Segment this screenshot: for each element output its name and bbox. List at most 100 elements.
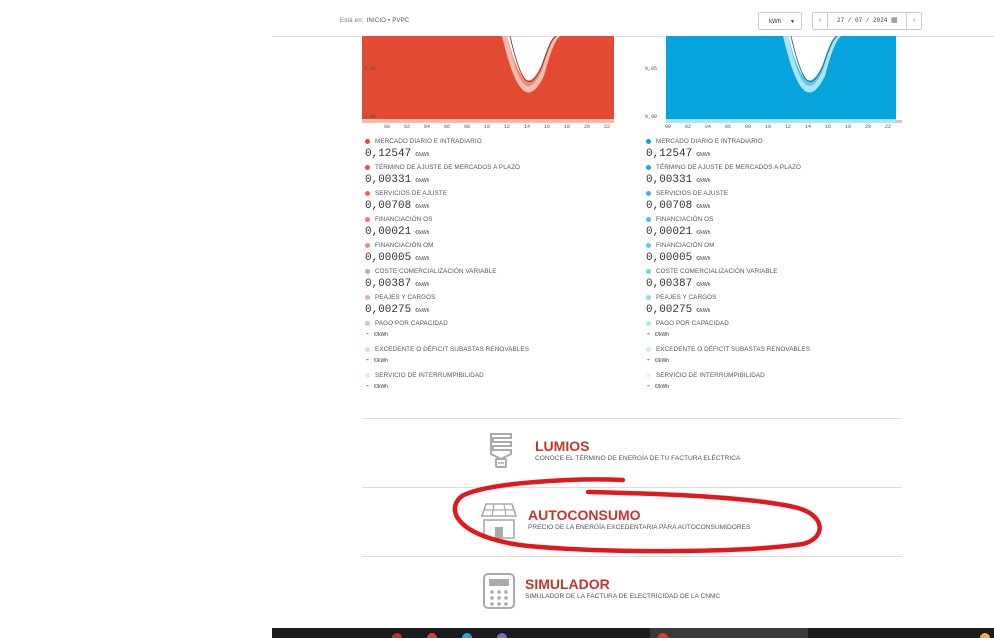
legend-dot xyxy=(365,191,370,196)
legend-item[interactable]: SERVICIO DE INTERRUMPIBILIDAD xyxy=(365,369,617,382)
component-value: 0,00708 €/kWh xyxy=(365,200,617,213)
stacked-area-chart-left xyxy=(362,35,615,123)
x-tick-label: 22 xyxy=(885,124,892,130)
date-picker[interactable]: ‹ 27 / 07 / 2024 ▦ › xyxy=(812,12,922,30)
component-price: - xyxy=(365,382,370,391)
component-label: FINANCIACIÓN OS xyxy=(375,216,433,223)
legend-item[interactable]: MERCADO DIARIO E INTRADIARIO xyxy=(646,135,898,148)
previous-day-button[interactable]: ‹ xyxy=(813,13,828,29)
legend-item[interactable]: COSTE COMERCIALIZACIÓN VARIABLE xyxy=(646,265,898,278)
legend-item[interactable]: TÉRMINO DE AJUSTE DE MERCADOS A PLAZO xyxy=(365,161,617,174)
top-toolbar: Está en: INICIO • PVPC kWh ▼ ‹ 27 / 07 / … xyxy=(272,8,994,37)
component-unit: €/kWh xyxy=(415,308,430,314)
component-unit: €/kWh xyxy=(696,152,711,158)
component-label: SERVICIO DE INTERRUMPIBILIDAD xyxy=(656,372,765,379)
component-value: - €/kWh xyxy=(365,382,617,395)
legend-item[interactable]: EXCEDENTE O DÉFICIT SUBASTAS RENOVABLES xyxy=(365,343,617,356)
app-icon[interactable] xyxy=(392,633,402,638)
component-price: 0,00387 xyxy=(365,278,412,290)
component-price: - xyxy=(646,330,651,339)
lightbulb-icon xyxy=(490,433,512,468)
legend-item[interactable]: PEAJES Y CARGOS xyxy=(646,291,898,304)
component-label: SERVICIOS DE AJUSTE xyxy=(375,190,448,197)
area-base-left xyxy=(362,36,615,123)
legend-dot xyxy=(646,295,651,300)
component-price: 0,00331 xyxy=(365,174,412,186)
date-input[interactable]: 27 / 07 / 2024 xyxy=(837,13,887,29)
component-price: 0,00021 xyxy=(365,226,412,238)
component-price: - xyxy=(365,330,370,339)
x-tick-label: 02 xyxy=(404,124,411,130)
x-tick-label: 12 xyxy=(785,124,792,130)
price-chart-right: 0,05 0,00 00 02 04 06 08 10 12 14 16 18 … xyxy=(643,35,902,136)
legend-item[interactable]: FINANCIACIÓN OM xyxy=(365,239,617,252)
component-label: EXCEDENTE O DÉFICIT SUBASTAS RENOVABLES xyxy=(375,346,530,353)
x-tick-label: 00 xyxy=(384,124,391,130)
component-price: 0,12547 xyxy=(365,148,412,160)
x-tick-label: 02 xyxy=(685,124,692,130)
simulador-link[interactable]: SIMULADOR SIMULADOR DE LA FACTURA DE ELE… xyxy=(482,570,802,616)
lumios-link[interactable]: LUMIOS CONOCE EL TÉRMINO DE ENERGÍA DE T… xyxy=(486,428,786,478)
component-unit: €/kWh xyxy=(696,308,711,314)
legend-item[interactable]: FINANCIACIÓN OS xyxy=(646,213,898,226)
legend-dot xyxy=(646,243,651,248)
chart-area-left xyxy=(362,35,615,123)
legend-item[interactable]: PAGO POR CAPACIDAD xyxy=(365,317,617,330)
app-icon[interactable] xyxy=(462,633,472,638)
breadcrumb-path[interactable]: INICIO • PVPC xyxy=(367,18,410,24)
simulador-subtitle: SIMULADOR DE LA FACTURA DE ELECTRICIDAD … xyxy=(525,593,721,600)
x-tick-label: 20 xyxy=(584,124,591,130)
component-price: 0,00275 xyxy=(646,304,693,316)
legend-item[interactable]: FINANCIACIÓN OS xyxy=(365,213,617,226)
legend-item[interactable]: PEAJES Y CARGOS xyxy=(365,291,617,304)
legend-dot xyxy=(646,165,651,170)
legend-item[interactable]: SERVICIO DE INTERRUMPIBILIDAD xyxy=(646,369,898,382)
y-tick-label: 0,05 xyxy=(645,66,658,72)
legend-item[interactable]: SERVICIOS DE AJUSTE xyxy=(646,187,898,200)
area-bottom-strip-right xyxy=(666,119,896,123)
legend-item[interactable]: PAGO POR CAPACIDAD xyxy=(646,317,898,330)
legend-item[interactable]: COSTE COMERCIALIZACIÓN VARIABLE xyxy=(365,265,617,278)
component-price: - xyxy=(365,356,370,365)
active-window-tab[interactable] xyxy=(650,628,808,638)
legend-dot xyxy=(365,373,370,378)
browser-icon xyxy=(658,633,668,638)
y-tick-label: 0,00 xyxy=(645,114,658,120)
unit-select[interactable]: kWh ▼ xyxy=(758,12,802,30)
component-unit: €/kWh xyxy=(415,152,430,158)
component-unit: €/kWh xyxy=(696,178,711,184)
component-unit: €/kWh xyxy=(373,358,388,364)
area-edge-strip-right xyxy=(896,120,902,123)
component-price: 0,00005 xyxy=(646,252,693,264)
legend-item[interactable]: SERVICIOS DE AJUSTE xyxy=(365,187,617,200)
legend-item[interactable]: EXCEDENTE O DÉFICIT SUBASTAS RENOVABLES xyxy=(646,343,898,356)
component-unit: €/kWh xyxy=(415,178,430,184)
component-label: COSTE COMERCIALIZACIÓN VARIABLE xyxy=(375,268,497,275)
component-label: FINANCIACIÓN OM xyxy=(656,242,715,249)
next-day-button[interactable]: › xyxy=(906,13,921,29)
breadcrumb-label: Está en: xyxy=(340,18,364,24)
component-value: 0,00331 €/kWh xyxy=(365,174,617,187)
x-tick-label: 06 xyxy=(725,124,732,130)
x-tick-label: 08 xyxy=(464,124,471,130)
app-icon[interactable] xyxy=(980,633,990,638)
legend-item[interactable]: TÉRMINO DE AJUSTE DE MERCADOS A PLAZO xyxy=(646,161,898,174)
calendar-icon[interactable]: ▦ xyxy=(891,13,898,29)
component-unit: €/kWh xyxy=(415,256,430,262)
legend-item[interactable]: FINANCIACIÓN OM xyxy=(646,239,898,252)
app-icon[interactable] xyxy=(427,633,437,638)
chart-area-right xyxy=(666,35,902,123)
legend-dot xyxy=(365,139,370,144)
component-unit: €/kWh xyxy=(415,282,430,288)
component-label: SERVICIO DE INTERRUMPIBILIDAD xyxy=(375,372,484,379)
price-chart-left: 0,05 0,00 00 02 04 06 08 10 12 14 16 18 … xyxy=(362,35,615,136)
legend-dot xyxy=(365,295,370,300)
x-axis-ticks-right: 00 02 04 06 08 10 12 14 16 18 20 22 xyxy=(663,124,895,132)
x-tick-label: 10 xyxy=(484,124,491,130)
legend-item[interactable]: MERCADO DIARIO E INTRADIARIO xyxy=(365,135,617,148)
component-value: 0,00387 €/kWh xyxy=(646,278,898,291)
component-label: TÉRMINO DE AJUSTE DE MERCADOS A PLAZO xyxy=(375,164,521,171)
app-icon[interactable] xyxy=(497,633,507,638)
x-tick-label: 04 xyxy=(424,124,431,130)
price-components-right: MERCADO DIARIO E INTRADIARIO 0,12547 €/kW… xyxy=(646,135,898,395)
